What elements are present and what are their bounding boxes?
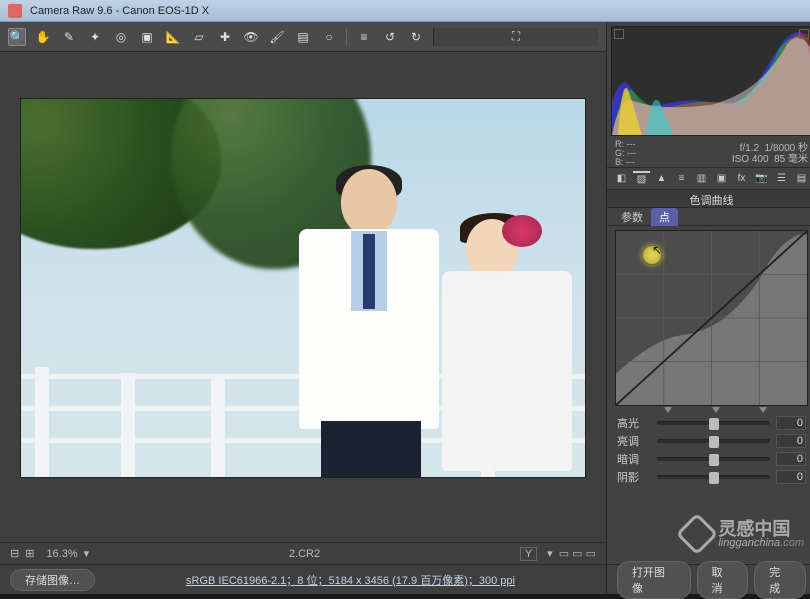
preview-area [0, 52, 606, 542]
exif-readout: f/1.2 1/8000 秒 ISO 400 85 毫米 [732, 143, 808, 165]
slider-lights: 亮调 0 [617, 432, 806, 450]
tab-fx-icon[interactable]: fx [733, 171, 750, 187]
cancel-button[interactable]: 取消 [697, 561, 749, 599]
transform-tool-icon[interactable]: ▱ [190, 28, 208, 46]
watermark-text-cn: 灵感中国 [718, 520, 804, 538]
tab-detail-icon[interactable]: ▲ [653, 171, 670, 187]
slider-label: 阴影 [617, 469, 651, 485]
crop-tool-icon[interactable]: ▣ [138, 28, 156, 46]
targeted-adjust-tool-icon[interactable]: ◎ [112, 28, 130, 46]
slider-label: 暗调 [617, 451, 651, 467]
slider-value[interactable]: 0 [776, 434, 806, 448]
zoom-tool-icon[interactable]: 🔍 [8, 28, 26, 46]
preview-cycle-icon[interactable]: ▭ ▭ ▭ [559, 547, 596, 560]
tab-presets-icon[interactable]: ☰ [773, 171, 790, 187]
color-sampler-tool-icon[interactable]: ✦ [86, 28, 104, 46]
save-image-button[interactable]: 存储图像… [10, 569, 95, 591]
watermark: 灵感中国 lingganchina.com [682, 519, 804, 549]
slider-track[interactable] [657, 439, 770, 443]
tab-tone-curve-icon[interactable]: ▨ [633, 171, 650, 187]
status-bar: ⊟ ⊞ 16.3% ▾ 2.CR2 Y ▾ ▭ ▭ ▭ [0, 542, 606, 564]
scene-person-bride [436, 209, 586, 478]
right-panel: R: --- G: --- B: --- f/1.2 1/8000 秒 ISO … [606, 22, 810, 594]
straighten-tool-icon[interactable]: 📐 [164, 28, 182, 46]
titlebar: Camera Raw 9.6 - Canon EOS-1D X [0, 0, 810, 22]
done-button[interactable]: 完成 [754, 561, 806, 599]
curve-sliders: 高光 0 亮调 0 暗调 0 阴影 0 [607, 410, 810, 486]
slider-value[interactable]: 0 [776, 470, 806, 484]
hand-tool-icon[interactable]: ✋ [34, 28, 52, 46]
slider-value[interactable]: 0 [776, 416, 806, 430]
tab-snapshots-icon[interactable]: ▤ [793, 171, 810, 187]
curve-subtabs: 参数 点 [607, 208, 810, 226]
rgb-readout: R: --- G: --- B: --- [615, 140, 636, 167]
subtab-point[interactable]: 点 [651, 208, 678, 226]
zoom-dropdown-icon[interactable]: ▾ [84, 547, 90, 560]
zoom-out-icon[interactable]: ⊟ [10, 547, 19, 560]
curve-marker-mid[interactable] [712, 407, 720, 413]
slider-label: 亮调 [617, 433, 651, 449]
histogram-panel[interactable] [611, 26, 810, 136]
slider-darks: 暗调 0 [617, 450, 806, 468]
tab-hsl-icon[interactable]: ≡ [673, 171, 690, 187]
slider-track[interactable] [657, 457, 770, 461]
slider-label: 高光 [617, 415, 651, 431]
curve-region-markers [616, 405, 807, 413]
scene-person-groom [281, 169, 451, 478]
graduated-tool-icon[interactable]: ▤ [294, 28, 312, 46]
rotate-cw-icon[interactable]: ↻ [407, 28, 425, 46]
radial-tool-icon[interactable]: ○ [320, 28, 338, 46]
spot-removal-tool-icon[interactable]: ✚ [216, 28, 234, 46]
window-close-icon[interactable] [8, 4, 22, 18]
toolbar-separator [346, 28, 347, 46]
workflow-link[interactable]: sRGB IEC61966-2.1；8 位；5184 x 3456 (17.9 … [105, 572, 596, 588]
right-bottom-bar: 打开图像 取消 完成 [607, 564, 810, 594]
adjust-brush-tool-icon[interactable]: 🖌 [268, 28, 286, 46]
curve-marker-shadow[interactable] [664, 407, 672, 413]
subtab-parametric[interactable]: 参数 [613, 208, 651, 226]
bottom-bar: 存储图像… sRGB IEC61966-2.1；8 位；5184 x 3456 … [0, 564, 606, 594]
eyedropper-tool-icon[interactable]: ✎ [60, 28, 78, 46]
watermark-logo-icon [676, 513, 718, 555]
app-shell: 🔍 ✋ ✎ ✦ ◎ ▣ 📐 ▱ ✚ 👁 🖌 ▤ ○ ≡ ↺ ↻ ⛶ [0, 22, 810, 594]
slider-track[interactable] [657, 421, 770, 425]
tool-toolbar: 🔍 ✋ ✎ ✦ ◎ ▣ 📐 ▱ ✚ 👁 🖌 ▤ ○ ≡ ↺ ↻ ⛶ [0, 22, 606, 52]
tab-basic-icon[interactable]: ◧ [613, 171, 630, 187]
open-image-button[interactable]: 打开图像 [617, 561, 691, 599]
info-readout: R: --- G: --- B: --- f/1.2 1/8000 秒 ISO … [607, 140, 810, 168]
curve-marker-highlight[interactable] [759, 407, 767, 413]
preview-mode-dropdown-icon[interactable]: ▾ [547, 547, 553, 560]
panel-tabs: ◧ ▨ ▲ ≡ ▥ ▣ fx 📷 ☰ ▤ [607, 168, 810, 190]
slider-highlights: 高光 0 [617, 414, 806, 432]
window-title: Camera Raw 9.6 - Canon EOS-1D X [30, 5, 209, 17]
highlight-clip-warn-icon[interactable] [799, 29, 809, 39]
zoom-level[interactable]: 16.3% [46, 548, 77, 560]
fullscreen-icon[interactable]: ⛶ [433, 28, 598, 46]
slider-shadows: 阴影 0 [617, 468, 806, 486]
rotate-ccw-icon[interactable]: ↺ [381, 28, 399, 46]
zoom-in-icon[interactable]: ⊞ [25, 547, 34, 560]
cursor-arrow-icon: ↖ [652, 243, 662, 257]
image-preview[interactable] [20, 98, 586, 478]
slider-track[interactable] [657, 475, 770, 479]
filename: 2.CR2 [95, 548, 514, 560]
shadow-clip-warn-icon[interactable] [614, 29, 624, 39]
preview-compare-button[interactable]: Y [520, 547, 537, 561]
slider-value[interactable]: 0 [776, 452, 806, 466]
preferences-icon[interactable]: ≡ [355, 28, 373, 46]
tab-lens-icon[interactable]: ▣ [713, 171, 730, 187]
watermark-text-en: lingganchina.com [718, 538, 804, 549]
tab-split-icon[interactable]: ▥ [693, 171, 710, 187]
panel-title: 色调曲线 [607, 190, 810, 208]
tab-camera-icon[interactable]: 📷 [753, 171, 770, 187]
curve-editor[interactable]: ↖ [615, 230, 808, 406]
left-pane: 🔍 ✋ ✎ ✦ ◎ ▣ 📐 ▱ ✚ 👁 🖌 ▤ ○ ≡ ↺ ↻ ⛶ [0, 22, 606, 594]
redeye-tool-icon[interactable]: 👁 [242, 28, 260, 46]
